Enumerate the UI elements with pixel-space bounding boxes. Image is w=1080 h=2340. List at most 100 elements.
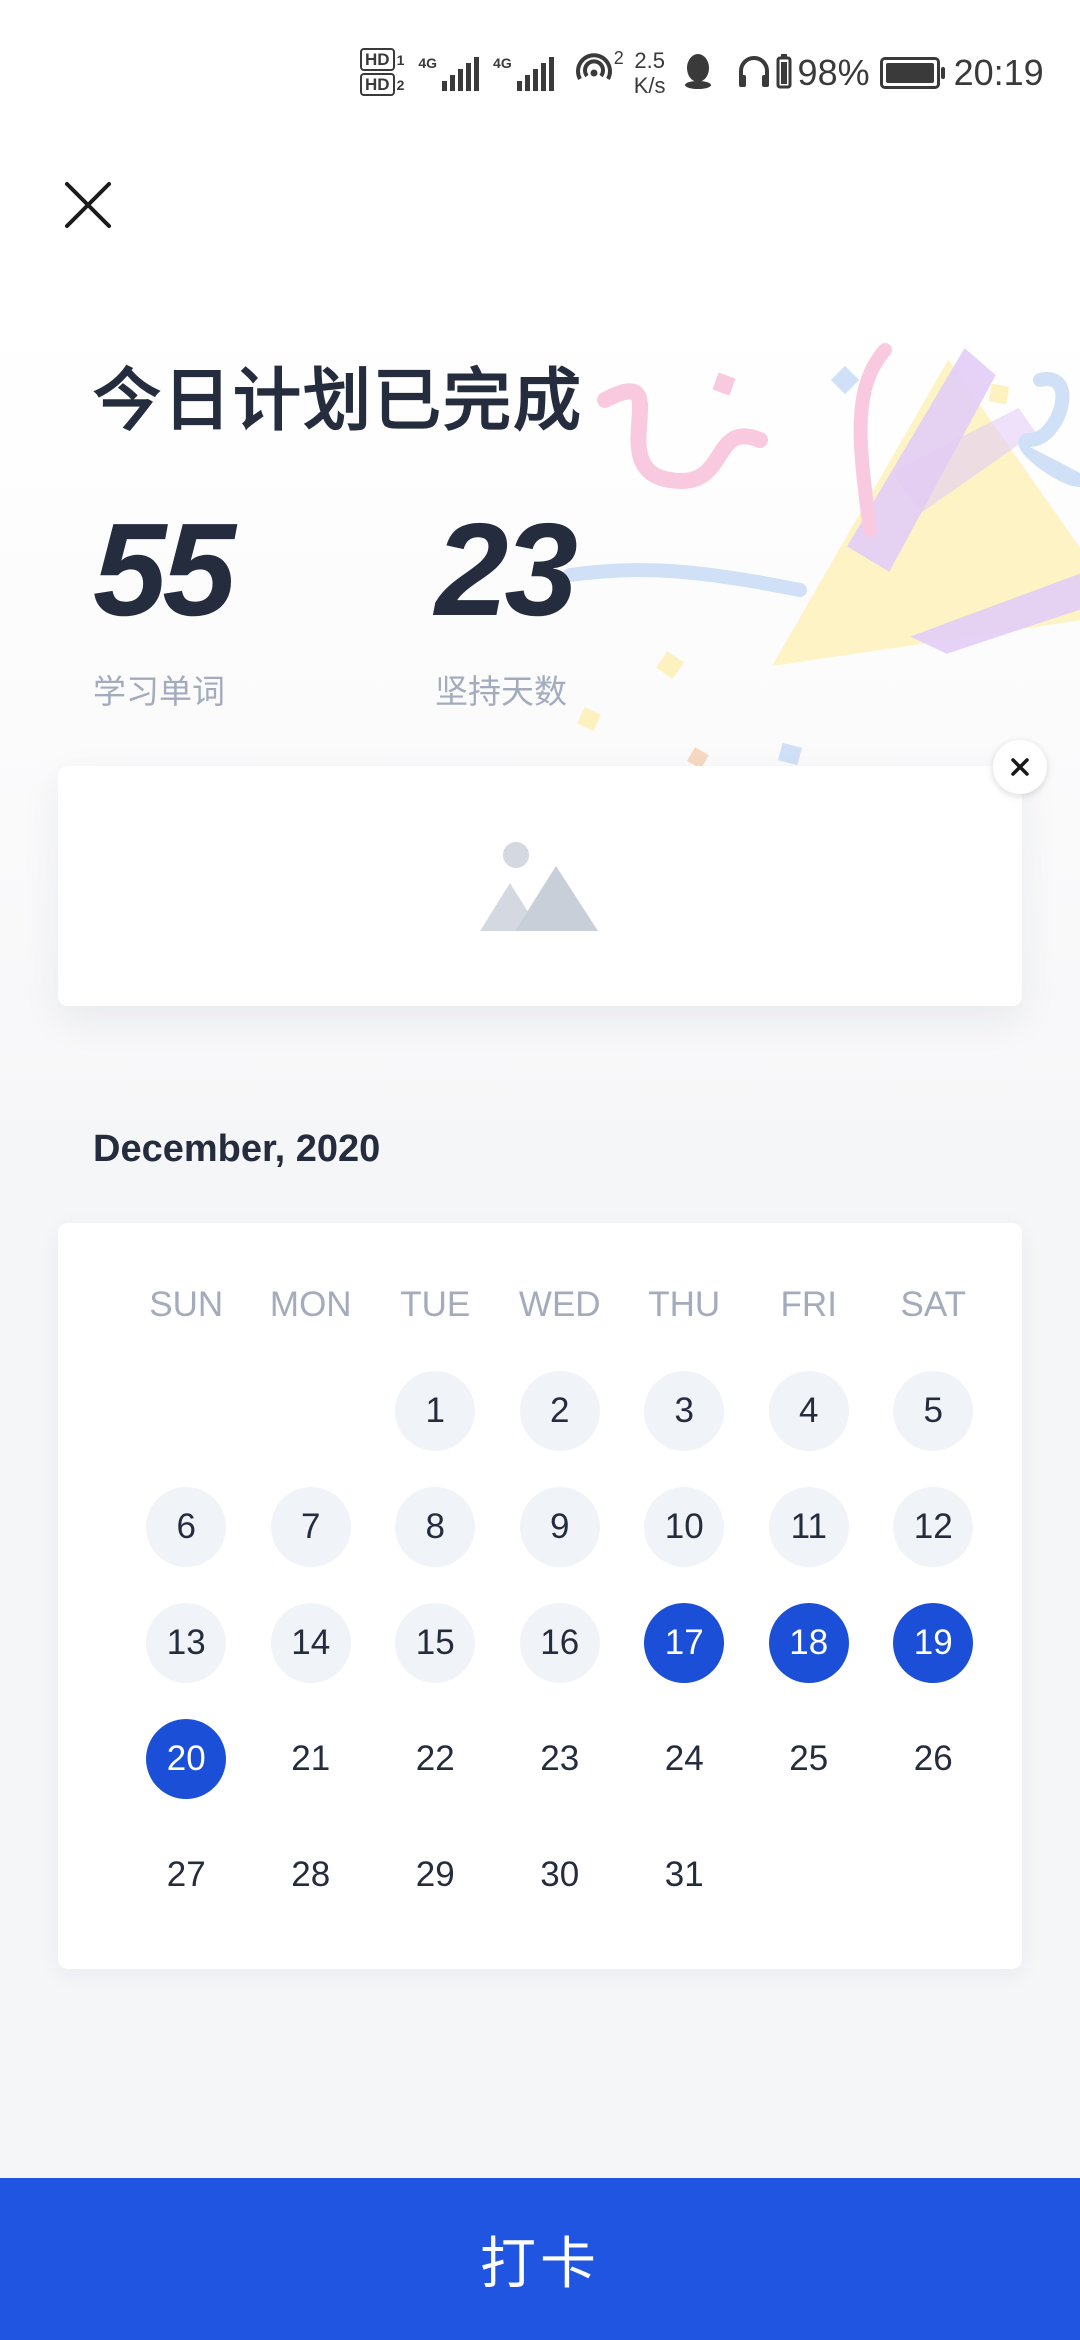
calendar-day-20[interactable]: 20: [124, 1719, 249, 1835]
calendar-day-6[interactable]: 6: [124, 1487, 249, 1603]
calendar-empty-cell: [249, 1371, 374, 1487]
hd-1: HD 1: [360, 48, 404, 71]
page-title: 今日计划已完成: [93, 363, 584, 439]
weekday-thu: THU: [648, 1285, 721, 1324]
calendar-day-26[interactable]: 26: [871, 1719, 996, 1835]
calendar-day-number: 6: [146, 1487, 227, 1567]
calendar-day-number: 20: [146, 1719, 227, 1799]
calendar-day-number: 3: [644, 1371, 725, 1451]
calendar-day-number: 18: [768, 1603, 849, 1683]
calendar-day-3[interactable]: 3: [622, 1371, 747, 1487]
calendar: SUN MON TUE WED THU FRI SAT 1 2 3 4 5 6 7 8 9 10 11 12 13 1…: [58, 1223, 1022, 1969]
calendar-day-19[interactable]: 19: [871, 1603, 996, 1719]
calendar-day-number: 8: [395, 1487, 476, 1567]
calendar-days-grid: 1 2 3 4 5 6 7 8 9 10 11 12 13 14 15 16 17 18 19 20 21 22 23 24 2…: [124, 1371, 996, 1951]
calendar-day-number: 27: [166, 1855, 206, 1894]
battery-small-icon: [776, 53, 792, 94]
calendar-day-28[interactable]: 28: [249, 1835, 374, 1951]
weekday-wed: WED: [518, 1285, 601, 1324]
calendar-day-number: 25: [789, 1739, 829, 1778]
calendar-day-25[interactable]: 25: [747, 1719, 872, 1835]
calendar-day-number: 26: [913, 1739, 953, 1778]
streak-days-label: 坚持天数: [435, 673, 567, 710]
calendar-day-number: 19: [893, 1603, 974, 1683]
clock: 20:19: [953, 52, 1044, 93]
calendar-day-number: 23: [540, 1739, 580, 1778]
calendar-day-23[interactable]: 23: [498, 1719, 623, 1835]
hd-2: HD 2: [360, 73, 404, 96]
signal-icon-2: 4G: [493, 55, 554, 91]
calendar-day-number: 5: [893, 1371, 974, 1451]
calendar-day-14[interactable]: 14: [249, 1603, 374, 1719]
words-learned-value: 55: [93, 496, 236, 643]
calendar-day-number: 11: [768, 1487, 849, 1567]
calendar-day-12[interactable]: 12: [871, 1487, 996, 1603]
calendar-day-16[interactable]: 16: [498, 1603, 623, 1719]
streak-days-value: 23: [435, 496, 578, 643]
calendar-day-number: 9: [519, 1487, 600, 1567]
calendar-day-18[interactable]: 18: [747, 1603, 872, 1719]
calendar-day-number: 15: [395, 1603, 476, 1683]
calendar-day-number: 2: [519, 1371, 600, 1451]
calendar-weekday-header: SUN MON TUE WED THU FRI SAT: [124, 1285, 996, 1325]
qq-icon: [682, 52, 714, 95]
network-speed: 2.5 K/s: [633, 48, 666, 98]
calendar-day-number: 24: [664, 1739, 704, 1778]
calendar-day-8[interactable]: 8: [373, 1487, 498, 1603]
calendar-month-title: December, 2020: [93, 1128, 381, 1170]
words-learned-label: 学习单词: [93, 673, 225, 710]
close-button[interactable]: [58, 175, 118, 235]
calendar-day-1[interactable]: 1: [373, 1371, 498, 1487]
weekday-fri: FRI: [780, 1285, 837, 1324]
close-icon: [65, 182, 111, 228]
calendar-day-number: 30: [540, 1855, 580, 1894]
calendar-day-15[interactable]: 15: [373, 1603, 498, 1719]
calendar-day-21[interactable]: 21: [249, 1719, 374, 1835]
calendar-day-30[interactable]: 30: [498, 1835, 623, 1951]
close-icon: [1011, 758, 1029, 776]
status-icons: HD 1 HD 2 4G 4G 2 2.5 K/s 98% 20:19: [360, 48, 1044, 98]
headphones-icon: [736, 53, 772, 94]
calendar-day-number: 14: [270, 1603, 351, 1683]
calendar-day-number: 16: [519, 1603, 600, 1683]
calendar-day-22[interactable]: 22: [373, 1719, 498, 1835]
hd-indicators: HD 1 HD 2: [360, 48, 404, 96]
weekday-sat: SAT: [900, 1285, 966, 1324]
calendar-day-number: 4: [768, 1371, 849, 1451]
ad-banner[interactable]: [58, 766, 1022, 1006]
calendar-day-number: 17: [644, 1603, 725, 1683]
calendar-day-number: 13: [146, 1603, 227, 1683]
status-bar: HD 1 HD 2 4G 4G 2 2.5 K/s 98% 20:19: [0, 0, 1080, 150]
hotspot-icon: [574, 52, 614, 94]
calendar-day-11[interactable]: 11: [747, 1487, 872, 1603]
battery-icon: [879, 57, 945, 89]
calendar-day-10[interactable]: 10: [622, 1487, 747, 1603]
image-placeholder-icon: [480, 842, 598, 931]
calendar-day-5[interactable]: 5: [871, 1371, 996, 1487]
calendar-day-27[interactable]: 27: [124, 1835, 249, 1951]
calendar-day-number: 22: [415, 1739, 455, 1778]
calendar-day-31[interactable]: 31: [622, 1835, 747, 1951]
calendar-day-number: 31: [664, 1855, 704, 1894]
hotspot-count: 2: [613, 48, 624, 68]
calendar-day-number: 12: [893, 1487, 974, 1567]
weekday-tue: TUE: [400, 1285, 471, 1324]
calendar-day-24[interactable]: 24: [622, 1719, 747, 1835]
checkin-button[interactable]: 打卡: [0, 2178, 1080, 2340]
calendar-day-number: 28: [291, 1855, 331, 1894]
weekday-mon: MON: [269, 1285, 352, 1324]
calendar-day-number: 29: [415, 1855, 455, 1894]
calendar-day-9[interactable]: 9: [498, 1487, 623, 1603]
calendar-day-4[interactable]: 4: [747, 1371, 872, 1487]
calendar-empty-cell: [124, 1371, 249, 1487]
calendar-day-13[interactable]: 13: [124, 1603, 249, 1719]
signal-icon: 4G: [418, 55, 480, 91]
weekday-sun: SUN: [149, 1285, 224, 1324]
calendar-day-17[interactable]: 17: [622, 1603, 747, 1719]
calendar-day-29[interactable]: 29: [373, 1835, 498, 1951]
ad-close-button[interactable]: [993, 740, 1047, 794]
battery-percent: 98%: [797, 52, 870, 93]
calendar-day-2[interactable]: 2: [498, 1371, 623, 1487]
calendar-day-number: 10: [644, 1487, 725, 1567]
calendar-day-7[interactable]: 7: [249, 1487, 374, 1603]
